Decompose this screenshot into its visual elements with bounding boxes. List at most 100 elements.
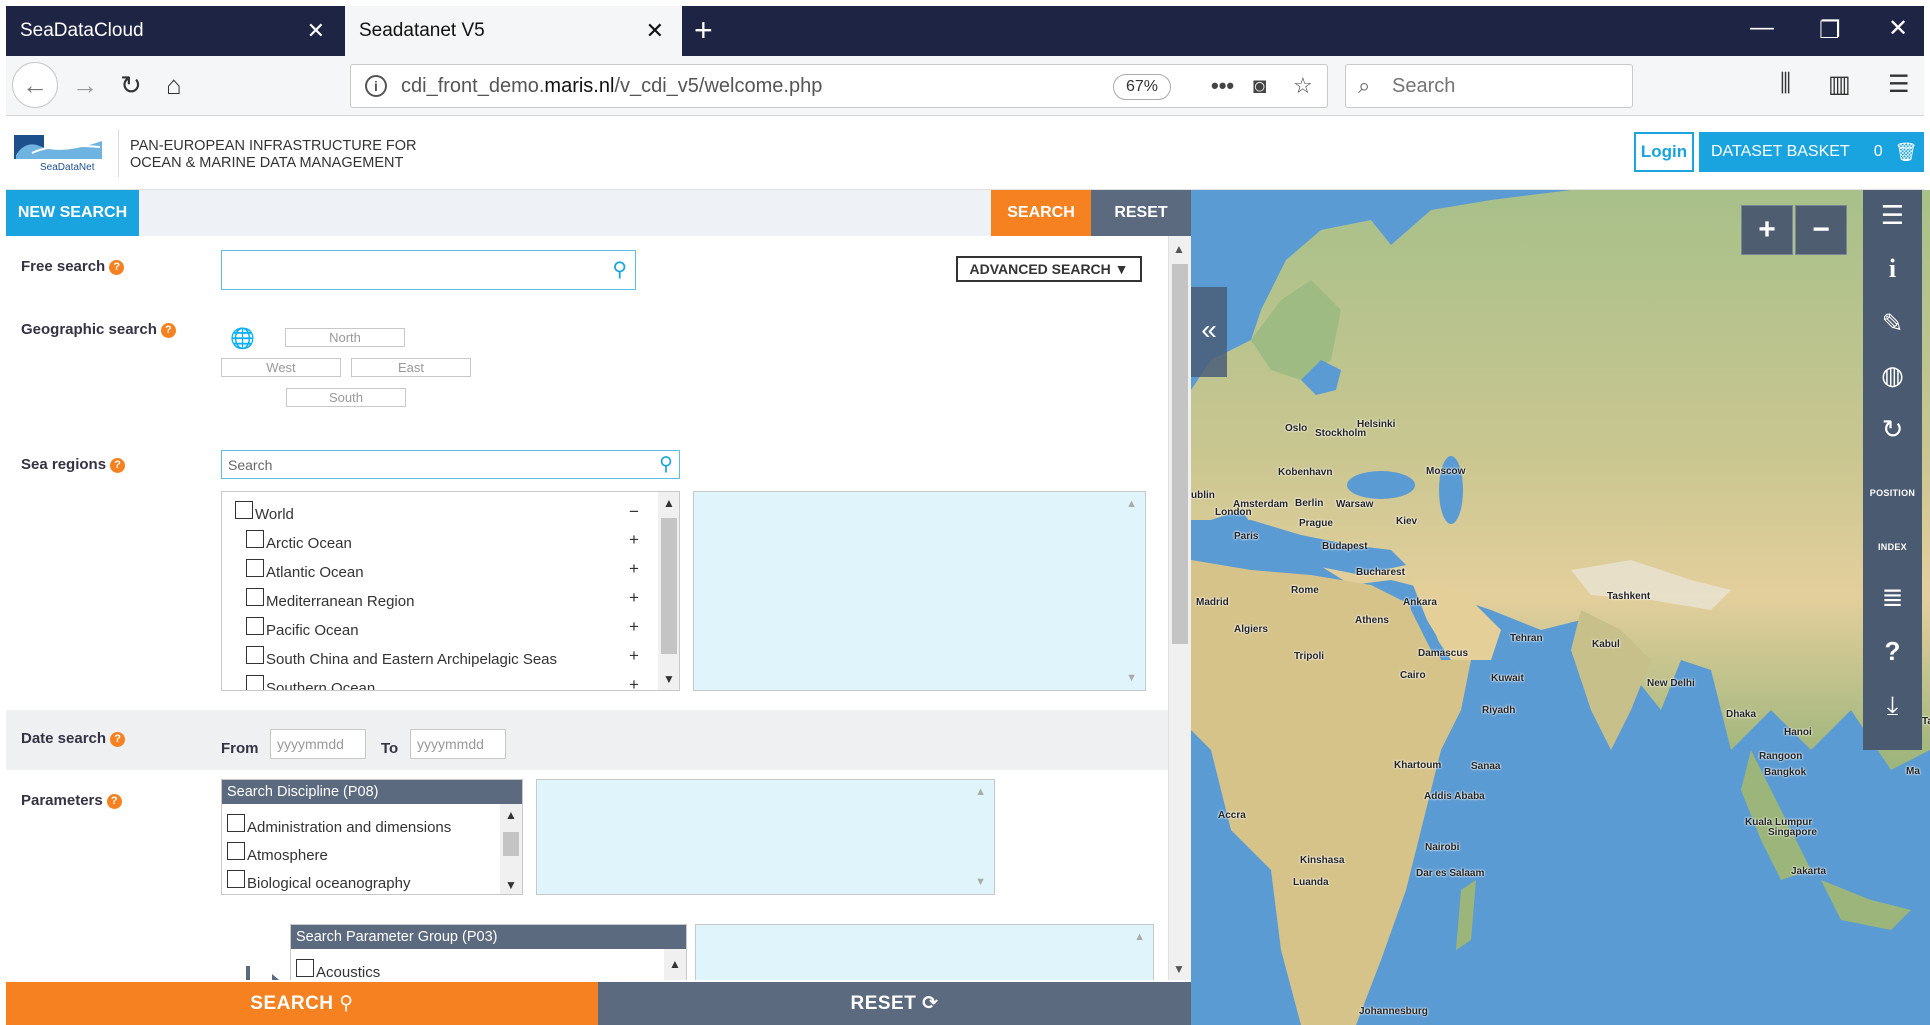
tree-scrollbar[interactable]: ▲ ▼ [658, 492, 679, 690]
checkbox[interactable] [227, 842, 245, 860]
seadatanet-logo[interactable]: SeaDataNet [12, 133, 104, 175]
collapse-panel-icon[interactable]: « [1191, 287, 1227, 377]
collapse-icon[interactable]: − [629, 502, 639, 522]
close-tab-icon[interactable]: ✕ [307, 18, 325, 44]
new-tab-icon[interactable]: + [694, 12, 713, 49]
browser-tab-seadatanet[interactable]: Seadatanet V5 ✕ [345, 6, 682, 56]
expand-icon[interactable]: + [629, 530, 639, 550]
globe-icon[interactable]: 🌐 [230, 326, 255, 351]
checkbox[interactable] [235, 501, 253, 519]
layers-sliders-icon[interactable]: ☰ [1863, 200, 1922, 231]
back-arrow-icon[interactable]: ← [12, 62, 58, 108]
dataset-basket-button[interactable]: DATASET BASKET 0 🗑 [1699, 132, 1924, 172]
home-icon[interactable]: ⌂ [166, 70, 182, 101]
free-search-input[interactable] [230, 259, 590, 281]
expand-icon[interactable]: + [629, 675, 639, 690]
list-item-biological-oceanography[interactable]: Biological oceanography [227, 868, 410, 892]
discipline-scrollbar[interactable]: ▲ ▼ [500, 804, 522, 894]
scroll-up-icon[interactable]: ▲ [975, 786, 986, 798]
toolbar-reset-button[interactable]: RESET [1091, 190, 1191, 236]
address-bar[interactable]: i cdi_front_demo.maris.nl/v_cdi_v5/welco… [350, 64, 1328, 108]
checkbox[interactable] [246, 617, 264, 635]
search-icon[interactable]: ⚲ [659, 453, 673, 476]
date-to-input[interactable]: yyyymmdd [410, 729, 506, 759]
tree-item-world[interactable]: World [235, 499, 294, 523]
tree-item-mediterranean-region[interactable]: Mediterranean Region [246, 586, 414, 610]
info-icon[interactable]: i [1863, 254, 1922, 284]
help-icon[interactable]: ? [160, 323, 176, 338]
browser-tab-seadatacloud[interactable]: SeaDataCloud ✕ [6, 6, 343, 56]
download-icon[interactable]: ⤓ [1863, 690, 1922, 722]
geo-east-input[interactable]: East [351, 358, 471, 377]
list-item-acoustics[interactable]: Acoustics [296, 957, 380, 980]
list-item-administration[interactable]: Administration and dimensions [227, 812, 451, 836]
tree-item-arctic-ocean[interactable]: Arctic Ocean [246, 528, 352, 552]
map-view[interactable]: Oslo Stockholm Helsinki Kobenhavn Moscow… [1191, 190, 1930, 1025]
advanced-search-button[interactable]: ADVANCED SEARCH ▼ [956, 256, 1142, 282]
reload-icon[interactable]: ↻ [120, 70, 142, 101]
help-question-icon[interactable]: ? [1863, 636, 1922, 667]
help-icon[interactable]: ? [106, 794, 122, 809]
tree-item-southern-ocean[interactable]: Southern Ocean [246, 673, 375, 690]
zoom-level-badge[interactable]: 67% [1113, 74, 1171, 100]
parameter-group-scrollbar[interactable]: ▲ [664, 949, 686, 980]
scroll-down-icon[interactable]: ▼ [1173, 962, 1185, 976]
scroll-up-icon[interactable]: ▲ [505, 808, 517, 822]
checkbox[interactable] [296, 959, 314, 977]
minimize-icon[interactable]: — [1750, 14, 1774, 42]
close-tab-icon[interactable]: ✕ [646, 18, 664, 44]
scroll-down-icon[interactable]: ▼ [975, 876, 986, 888]
expand-icon[interactable]: + [629, 617, 639, 637]
expand-icon[interactable]: + [629, 646, 639, 666]
search-icon[interactable]: ⚲ [612, 257, 627, 282]
help-icon[interactable]: ? [109, 260, 125, 275]
new-search-button[interactable]: NEW SEARCH [6, 190, 139, 236]
trash-icon[interactable]: 🗑 [1895, 142, 1918, 163]
help-icon[interactable]: ? [110, 458, 126, 473]
browser-search-bar[interactable]: ⌕ [1345, 64, 1633, 108]
expand-icon[interactable]: + [629, 559, 639, 579]
checkbox[interactable] [227, 870, 245, 888]
window-close-icon[interactable]: ✕ [1888, 14, 1908, 43]
measure-icon[interactable]: ✎ [1863, 308, 1922, 339]
panel-scrollbar[interactable]: ▲ ▼ [1168, 236, 1191, 980]
geo-south-input[interactable]: South [286, 388, 406, 407]
url-text[interactable]: cdi_front_demo.maris.nl/v_cdi_v5/welcome… [401, 75, 822, 98]
checkbox[interactable] [246, 530, 264, 548]
browser-search-input[interactable] [1392, 71, 1622, 101]
index-tool-button[interactable]: INDEX [1863, 542, 1922, 552]
geo-north-input[interactable]: North [285, 328, 405, 347]
bookmark-star-icon[interactable]: ☆ [1293, 73, 1313, 99]
login-button[interactable]: Login [1634, 132, 1694, 172]
list-icon[interactable]: ≣ [1863, 582, 1922, 613]
checkbox[interactable] [246, 675, 264, 690]
help-icon[interactable]: ? [110, 732, 126, 747]
tree-item-atlantic-ocean[interactable]: Atlantic Ocean [246, 557, 364, 581]
scroll-thumb[interactable] [1172, 264, 1188, 644]
toolbar-search-button[interactable]: SEARCH [991, 190, 1091, 236]
scroll-down-icon[interactable]: ▼ [505, 878, 517, 892]
scroll-thumb[interactable] [661, 518, 677, 654]
expand-icon[interactable]: + [629, 588, 639, 608]
scroll-thumb[interactable] [503, 832, 519, 856]
geo-west-input[interactable]: West [221, 358, 341, 377]
checkbox[interactable] [246, 646, 264, 664]
free-search-field[interactable]: ⚲ [221, 250, 636, 290]
sea-regions-search-field[interactable]: ⚲ [221, 450, 680, 479]
scroll-down-icon[interactable]: ▼ [1126, 672, 1137, 684]
checkbox[interactable] [246, 559, 264, 577]
scroll-up-icon[interactable]: ▲ [1134, 931, 1145, 943]
position-tool-button[interactable]: POSITION [1863, 488, 1922, 498]
menu-hamburger-icon[interactable]: ☰ [1888, 70, 1910, 99]
globe-search-icon[interactable]: ◍ [1863, 360, 1922, 391]
sea-regions-search-input[interactable] [228, 455, 638, 475]
pocket-icon[interactable]: ◙ [1253, 73, 1266, 99]
tree-item-south-china-seas[interactable]: South China and Eastern Archipelagic Sea… [246, 644, 557, 668]
list-item-atmosphere[interactable]: Atmosphere [227, 840, 328, 864]
map-zoom-out-button[interactable]: − [1795, 205, 1847, 255]
checkbox[interactable] [246, 588, 264, 606]
library-icon[interactable]: ⫼ [1780, 70, 1791, 98]
scroll-up-icon[interactable]: ▲ [663, 496, 675, 510]
bottom-search-button[interactable]: SEARCH ⚲ [6, 982, 598, 1025]
tree-item-pacific-ocean[interactable]: Pacific Ocean [246, 615, 359, 639]
